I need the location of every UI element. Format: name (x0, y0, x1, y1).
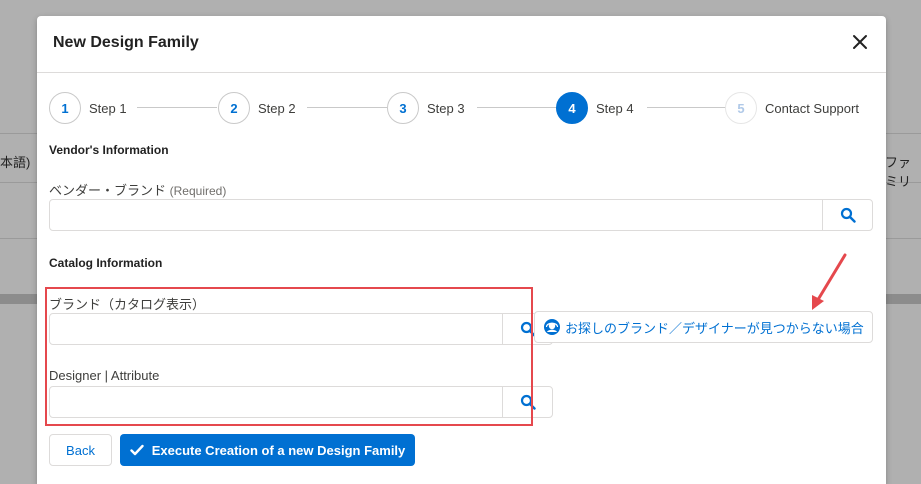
step-4[interactable]: 4 Step 4 (556, 91, 634, 125)
step-5: 5 Contact Support (725, 91, 859, 125)
help-button-label: お探しのブランド／デザイナーが見つからない場合 (565, 320, 864, 336)
step-connector (647, 107, 727, 108)
vendor-section-title: Vendor's Information (49, 143, 169, 157)
search-icon (520, 394, 536, 410)
step-1-number: 1 (49, 92, 81, 124)
step-connector (477, 107, 557, 108)
background-column-header: 本語) (0, 155, 31, 170)
designer-attribute-input[interactable] (50, 387, 502, 417)
modal-header: New Design Family (37, 16, 886, 73)
search-icon (840, 207, 856, 223)
step-3-number: 3 (387, 92, 419, 124)
background-column-header: ファミリ (885, 155, 912, 189)
step-2-number: 2 (218, 92, 250, 124)
support-agent-icon (544, 319, 560, 335)
step-connector (137, 107, 217, 108)
vendor-brand-label: ベンダー・ブランド (Required) (49, 180, 226, 199)
step-4-label: Step 4 (596, 100, 634, 116)
vendor-brand-lookup (49, 199, 873, 231)
vendor-brand-search-button[interactable] (822, 200, 872, 230)
step-1-label: Step 1 (89, 100, 127, 116)
execute-create-design-family-button[interactable]: Execute Creation of a new Design Family (120, 434, 415, 466)
step-4-number: 4 (556, 92, 588, 124)
step-3-label: Step 3 (427, 100, 465, 116)
designer-attribute-label: Designer | Attribute (49, 368, 160, 383)
catalog-brand-input[interactable] (50, 314, 502, 344)
close-icon (853, 35, 867, 49)
step-2[interactable]: 2 Step 2 (218, 91, 296, 125)
designer-attribute-lookup (49, 386, 553, 418)
progress-steps: 1 Step 1 2 Step 2 3 Step 3 4 Step 4 5 Co… (49, 91, 879, 125)
modal-title: New Design Family (53, 34, 199, 51)
back-button[interactable]: Back (49, 434, 112, 466)
step-3[interactable]: 3 Step 3 (387, 91, 465, 125)
step-2-label: Step 2 (258, 100, 296, 116)
required-indicator: (Required) (169, 184, 227, 198)
vendor-brand-label-text: ベンダー・ブランド (49, 183, 167, 198)
designer-search-button[interactable] (502, 387, 552, 417)
step-5-label: Contact Support (765, 100, 859, 116)
new-design-family-modal: New Design Family 1 Step 1 2 Step 2 3 St… (37, 16, 886, 484)
close-button[interactable] (846, 28, 874, 56)
step-1[interactable]: 1 Step 1 (49, 91, 127, 125)
catalog-brand-label: ブランド（カタログ表示） (49, 297, 206, 312)
step-connector (307, 107, 387, 108)
catalog-section-title: Catalog Information (49, 256, 163, 270)
checkmark-icon (130, 444, 144, 456)
vendor-brand-input[interactable] (50, 200, 822, 230)
brand-not-found-help-button[interactable]: お探しのブランド／デザイナーが見つからない場合 (534, 311, 873, 343)
execute-button-label: Execute Creation of a new Design Family (151, 442, 406, 458)
catalog-brand-lookup (49, 313, 553, 345)
step-5-number: 5 (725, 92, 757, 124)
